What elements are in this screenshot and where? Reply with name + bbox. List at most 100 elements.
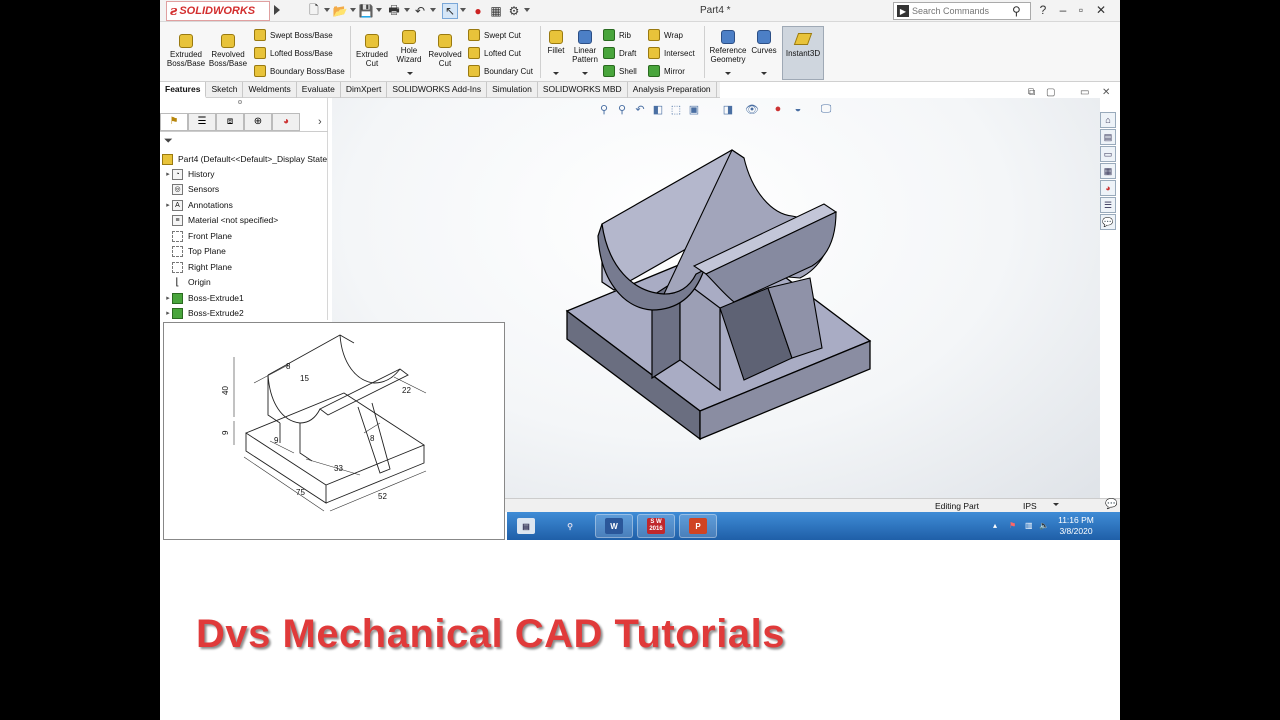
shell-button[interactable]: Shell xyxy=(603,65,637,77)
expand-arrow-icon[interactable]: ▸ xyxy=(164,294,172,302)
swept-boss-button[interactable]: Swept Boss/Base xyxy=(254,29,333,41)
filter-icon[interactable]: ⏷ xyxy=(164,135,173,148)
rebuild-icon[interactable]: ● xyxy=(470,3,486,19)
new-dropdown-icon[interactable] xyxy=(324,8,330,12)
minimize-icon[interactable]: – xyxy=(1056,3,1070,17)
search-commands-input[interactable] xyxy=(912,6,1012,16)
doc-close-icon[interactable]: ✕ xyxy=(1102,87,1110,98)
appearances-icon[interactable]: ◕ xyxy=(1100,180,1116,196)
search-scope-icon[interactable]: ▶ xyxy=(897,5,909,17)
select-pointer-icon[interactable]: ↖ xyxy=(442,3,458,19)
reference-geometry-button[interactable]: Reference Geometry xyxy=(708,30,748,64)
save-icon[interactable]: 💾 xyxy=(358,3,374,19)
dimxpert-manager-tab-icon[interactable]: ⊕ xyxy=(244,112,272,131)
solidworks-logo[interactable]: ƨ SOLIDWORKS xyxy=(166,1,270,21)
boundary-cut-button[interactable]: Boundary Cut xyxy=(468,65,533,77)
zoom-to-area-icon[interactable]: ⚲ xyxy=(616,103,628,116)
tree-item-right-plane[interactable]: Right Plane xyxy=(164,260,232,274)
display-manager-tab-icon[interactable]: ◕ xyxy=(272,112,300,131)
tab-evaluate[interactable]: Evaluate xyxy=(297,82,341,98)
select-dropdown-icon[interactable] xyxy=(460,8,466,12)
status-chat-icon[interactable]: 💬 xyxy=(1105,499,1117,510)
lofted-boss-button[interactable]: Lofted Boss/Base xyxy=(254,47,333,59)
chevron-right-icon[interactable]: › xyxy=(318,116,322,128)
custom-properties-icon[interactable]: ☰ xyxy=(1100,197,1116,213)
section-view-icon[interactable]: ◧ xyxy=(652,103,664,116)
restore-icon[interactable]: ▫ xyxy=(1074,3,1088,17)
expand-arrow-icon[interactable]: ▸ xyxy=(164,309,172,317)
extruded-boss-button[interactable]: Extruded Boss/Base xyxy=(166,34,206,68)
hide-show-items-icon[interactable]: 👁 xyxy=(745,103,759,116)
taskbar-solidworks[interactable]: S W 2016 xyxy=(637,514,675,538)
status-units[interactable]: IPS xyxy=(1023,501,1037,511)
revolved-cut-button[interactable]: Revolved Cut xyxy=(426,34,464,68)
tray-expand-icon[interactable]: ▴ xyxy=(993,521,997,530)
tree-item-top-plane[interactable]: Top Plane xyxy=(164,244,226,258)
fillet-button[interactable]: Fillet xyxy=(544,30,568,55)
extruded-cut-button[interactable]: Extruded Cut xyxy=(354,34,390,68)
volume-icon[interactable]: 🔈 xyxy=(1039,521,1049,530)
revolved-boss-button[interactable]: Revolved Boss/Base xyxy=(208,34,248,68)
file-explorer-icon[interactable]: ▭ xyxy=(1100,146,1116,162)
save-dropdown-icon[interactable] xyxy=(376,8,382,12)
curves-dropdown-icon[interactable] xyxy=(761,72,767,75)
print-dropdown-icon[interactable] xyxy=(404,8,410,12)
tree-root-part[interactable]: Part4 (Default<<Default>_Display State xyxy=(160,152,327,166)
tab-sketch[interactable]: Sketch xyxy=(206,82,244,98)
doc-maximize-icon[interactable]: ▭ xyxy=(1080,87,1089,98)
intersect-button[interactable]: Intersect xyxy=(648,47,695,59)
tab-simulation[interactable]: Simulation xyxy=(487,82,538,98)
menu-expand-arrow-icon[interactable] xyxy=(274,5,280,15)
design-library-icon[interactable]: ▤ xyxy=(1100,129,1116,145)
close-icon[interactable]: ✕ xyxy=(1094,3,1108,17)
network-icon[interactable]: ▥ xyxy=(1025,521,1033,530)
undo-icon[interactable]: ↶ xyxy=(412,3,428,19)
print-icon[interactable]: 🖶 xyxy=(386,3,402,19)
previous-view-icon[interactable]: ↶ xyxy=(634,103,646,116)
action-center-flag-icon[interactable]: ⚑ xyxy=(1009,521,1016,530)
units-dropdown-icon[interactable] xyxy=(1053,503,1059,506)
forum-icon[interactable]: 💬 xyxy=(1100,214,1116,230)
new-document-icon[interactable]: 🗋 xyxy=(306,3,322,19)
swept-cut-button[interactable]: Swept Cut xyxy=(468,29,521,41)
expand-arrow-icon[interactable]: ▸ xyxy=(164,170,172,178)
doc-restore-icon[interactable]: ▢ xyxy=(1046,87,1055,98)
draft-button[interactable]: Draft xyxy=(603,47,636,59)
system-clock[interactable]: 11:16 PM 3/8/2020 xyxy=(1052,515,1100,537)
tree-item-boss-extrude2[interactable]: ▸ Boss-Extrude2 xyxy=(164,306,244,320)
reference-geometry-dropdown-icon[interactable] xyxy=(725,72,731,75)
zoom-to-fit-icon[interactable]: ⚲ xyxy=(598,103,610,116)
tab-dimxpert[interactable]: DimXpert xyxy=(341,82,388,98)
search-commands-box[interactable]: ▶ ⚲ xyxy=(893,2,1031,20)
tree-item-material[interactable]: ≡ Material <not specified> xyxy=(164,213,278,227)
rib-button[interactable]: Rib xyxy=(603,29,631,41)
taskbar-search[interactable]: ⚲ xyxy=(551,514,589,538)
view-orientation-icon[interactable]: ▣ xyxy=(688,103,700,116)
file-properties-icon[interactable]: ▦ xyxy=(488,3,504,19)
open-folder-icon[interactable]: 📂 xyxy=(332,3,348,19)
panel-grip-icon[interactable] xyxy=(238,100,242,104)
view-settings-icon[interactable]: 🖵 xyxy=(820,103,832,115)
options-dropdown-icon[interactable] xyxy=(524,8,530,12)
display-style-icon[interactable]: ◨ xyxy=(722,103,734,116)
hole-wizard-dropdown-icon[interactable] xyxy=(407,72,413,75)
mirror-button[interactable]: Mirror xyxy=(648,65,685,77)
undo-dropdown-icon[interactable] xyxy=(430,8,436,12)
fillet-dropdown-icon[interactable] xyxy=(553,72,559,75)
taskbar-explorer[interactable]: ▤ xyxy=(507,514,545,538)
instant3d-button[interactable]: Instant3D xyxy=(782,26,824,80)
tree-item-front-plane[interactable]: Front Plane xyxy=(164,229,232,243)
view-palette-icon[interactable]: ▦ xyxy=(1100,163,1116,179)
tree-item-boss-extrude1[interactable]: ▸ Boss-Extrude1 xyxy=(164,291,244,305)
expand-arrow-icon[interactable]: ▸ xyxy=(164,201,172,209)
help-icon[interactable]: ? xyxy=(1036,3,1050,17)
tab-mbd[interactable]: SOLIDWORKS MBD xyxy=(538,82,628,98)
tree-item-history[interactable]: ▸ ◔ History xyxy=(164,167,214,181)
edit-appearance-icon[interactable]: ● xyxy=(772,103,784,115)
solidworks-resources-icon[interactable]: ⌂ xyxy=(1100,112,1116,128)
lofted-cut-button[interactable]: Lofted Cut xyxy=(468,47,521,59)
boundary-boss-button[interactable]: Boundary Boss/Base xyxy=(254,65,345,77)
wrap-button[interactable]: Wrap xyxy=(648,29,683,41)
search-icon[interactable]: ⚲ xyxy=(1012,4,1021,18)
curves-button[interactable]: Curves xyxy=(750,30,778,55)
